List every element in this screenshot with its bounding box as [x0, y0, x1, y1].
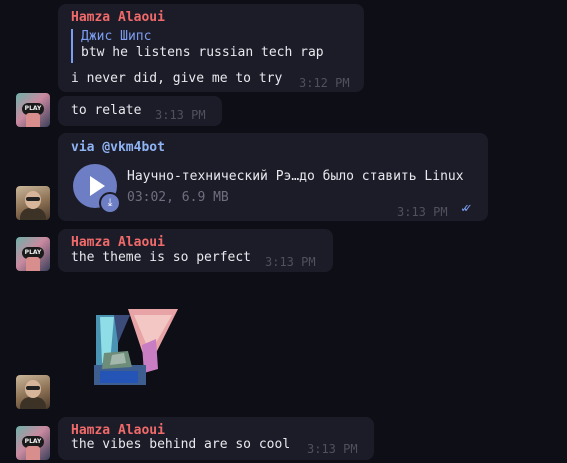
message-time: 3:13 PM — [265, 255, 316, 269]
avatar-face — [26, 113, 40, 127]
reply-text[interactable]: btw he listens russian tech rap — [81, 45, 324, 60]
message-bubble[interactable]: Hamza Alaoui the vibes behind are so coo… — [58, 417, 374, 460]
avatar[interactable]: PLAY — [16, 93, 50, 127]
audio-message-bubble[interactable]: via @vkm4bot ⤓ Научно-технический Рэ…до … — [58, 133, 488, 221]
sender-name[interactable]: Hamza Alaoui — [71, 235, 165, 250]
double-check-icon: ✓✓ — [461, 201, 471, 216]
message-text: the vibes behind are so cool — [71, 437, 291, 452]
avatar-body — [20, 397, 46, 409]
message-text: to relate — [71, 103, 142, 118]
reply-author[interactable]: Джис Шипс — [81, 29, 151, 44]
reply-quote-bar — [71, 29, 73, 63]
avatar[interactable]: PLAY — [16, 237, 50, 271]
avatar-face — [26, 257, 40, 271]
message-text: the theme is so perfect — [71, 250, 252, 265]
avatar-sunglasses — [26, 386, 40, 390]
chat-history[interactable]: Hamza Alaoui Джис Шипс btw he listens ru… — [0, 0, 567, 463]
avatar-body — [20, 208, 46, 220]
message-time: 3:13 PM — [397, 205, 448, 219]
message-time: 3:12 PM — [299, 76, 350, 90]
message-text: i never did, give me to try — [71, 71, 283, 86]
avatar[interactable]: PLAY — [16, 426, 50, 460]
download-icon[interactable]: ⤓ — [99, 192, 121, 214]
sender-name[interactable]: Hamza Alaoui — [71, 10, 165, 25]
avatar[interactable] — [16, 186, 50, 220]
via-bot-label[interactable]: via @vkm4bot — [71, 140, 165, 155]
avatar-sunglasses — [26, 197, 40, 201]
audio-meta: 03:02, 6.9 MB — [127, 190, 229, 205]
message-bubble[interactable]: to relate 3:13 PM — [58, 96, 222, 126]
audio-title: Научно-технический Рэ…до было ставить Li… — [127, 169, 464, 184]
message-time: 3:13 PM — [155, 108, 206, 122]
message-bubble[interactable]: Hamza Alaoui Джис Шипс btw he listens ru… — [58, 4, 364, 92]
avatar-face — [26, 446, 40, 460]
message-bubble[interactable]: Hamza Alaoui the theme is so perfect 3:1… — [58, 229, 333, 272]
message-time: 3:13 PM — [307, 442, 358, 456]
sender-name[interactable]: Hamza Alaoui — [71, 423, 165, 438]
avatar[interactable] — [16, 375, 50, 409]
sticker-image[interactable] — [84, 303, 188, 387]
sticker-shape — [100, 371, 138, 383]
